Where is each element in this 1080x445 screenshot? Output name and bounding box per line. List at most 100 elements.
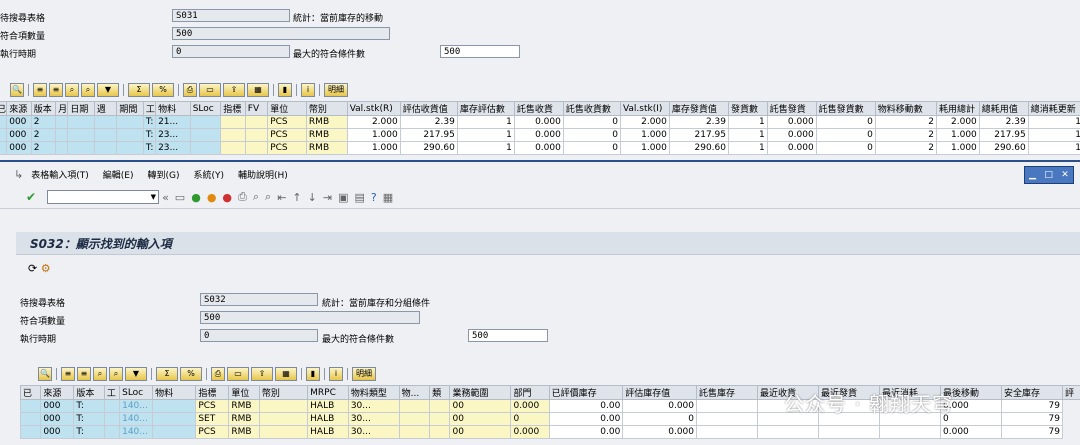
next-page-icon[interactable]: ↓ [308, 191, 317, 204]
menu-icon[interactable]: ↳ [14, 168, 23, 181]
graphic-icon[interactable]: ▮ [306, 367, 320, 381]
filter-icon[interactable]: ▼ [97, 83, 119, 97]
column-header[interactable]: 託售發貨數 [816, 102, 875, 116]
column-header[interactable]: 評 [1063, 386, 1080, 400]
table-row[interactable]: 0002T:23...PCSRMB1.000290.6010.00001.000… [0, 142, 1080, 155]
column-header[interactable]: 日期 [68, 102, 95, 116]
layout-menu-icon[interactable]: ▦ [383, 191, 393, 204]
shortcut-icon[interactable]: ▤ [354, 191, 364, 204]
sort-asc-icon[interactable]: ≡ [33, 83, 47, 97]
sum-icon[interactable]: Σ [128, 83, 150, 97]
find-next-icon[interactable]: ⌕ [109, 367, 123, 381]
command-dropdown-icon[interactable]: ▼ [151, 193, 156, 201]
sum-icon[interactable]: Σ [156, 367, 178, 381]
print-icon[interactable]: ⎙ [211, 367, 225, 381]
column-header[interactable]: 指標 [221, 102, 245, 116]
command-field[interactable]: ▼ [47, 190, 159, 204]
column-header[interactable]: 期間 [117, 102, 144, 116]
table-field[interactable]: S032 [200, 293, 318, 306]
settings-icon[interactable]: ⚙ [41, 262, 51, 275]
column-header[interactable]: 月 [56, 102, 68, 116]
column-header[interactable]: 物... [399, 386, 430, 400]
column-header[interactable]: 版本 [74, 386, 105, 400]
zoom-icon[interactable]: 🔍 [10, 83, 24, 97]
column-header[interactable]: 安全庫存 [1002, 386, 1063, 400]
find-icon[interactable]: ⌕ [253, 190, 259, 204]
print-icon[interactable]: ⎙ [238, 190, 247, 204]
column-header[interactable]: 已 [21, 386, 41, 400]
menu-table-entry[interactable]: 表格輸入項(T) [31, 168, 89, 181]
column-header[interactable]: 庫存發貨值 [669, 102, 728, 116]
column-header[interactable]: 耗用總計 [936, 102, 979, 116]
last-page-icon[interactable]: ⇥ [323, 191, 332, 204]
column-header[interactable]: 託售收貨 [514, 102, 563, 116]
sort-desc-icon[interactable]: ≡ [49, 83, 63, 97]
max-field[interactable]: 500 [468, 329, 548, 342]
column-header[interactable]: 物料 [156, 102, 191, 116]
column-header[interactable]: 單位 [229, 386, 260, 400]
column-header[interactable]: 發貨數 [729, 102, 768, 116]
help-icon[interactable]: ? [371, 191, 377, 204]
column-header[interactable]: 業務範圍 [450, 386, 511, 400]
menu-edit[interactable]: 編輯(E) [103, 168, 134, 181]
column-header[interactable]: Val.stk(R) [347, 102, 400, 116]
menu-help[interactable]: 輔助說明(H) [238, 168, 288, 181]
zoom-icon[interactable]: 🔍 [38, 367, 52, 381]
save-icon[interactable]: ▭ [175, 191, 185, 204]
table-row[interactable]: 0002T:23...PCSRMB1.000217.9510.00001.000… [0, 129, 1080, 142]
enter-icon[interactable]: ✔ [26, 190, 36, 204]
sort-desc-icon[interactable]: ≡ [77, 367, 91, 381]
info-icon[interactable]: i [301, 83, 315, 97]
refresh-icon[interactable]: ⟳ [28, 262, 37, 275]
print-icon[interactable]: ⎙ [183, 83, 197, 97]
column-header[interactable]: FV [245, 102, 267, 116]
column-header[interactable]: 已評價庫存 [549, 386, 623, 400]
column-header[interactable]: SLoc [190, 102, 221, 116]
column-header[interactable]: 版本 [31, 102, 55, 116]
menu-goto[interactable]: 轉到(G) [147, 168, 179, 181]
column-header[interactable]: MRPC [308, 386, 349, 400]
layout-icon[interactable]: ▦ [275, 367, 297, 381]
column-header[interactable]: 幣別 [306, 102, 347, 116]
column-header[interactable]: 託售庫存 [697, 386, 758, 400]
find-next-icon[interactable]: ⌕ [265, 190, 271, 204]
column-header[interactable]: 類 [430, 386, 450, 400]
column-header[interactable]: 已 [0, 102, 7, 116]
runtime-field[interactable]: 0 [200, 329, 318, 342]
find-icon[interactable]: ⌕ [65, 83, 79, 97]
detail-button[interactable]: 明細 [352, 367, 376, 381]
minimize-icon[interactable]: ▁ [1029, 170, 1036, 180]
find-icon[interactable]: ⌕ [93, 367, 107, 381]
cancel-icon[interactable]: ● [222, 191, 232, 204]
column-header[interactable]: 庫存評估數 [457, 102, 514, 116]
back-nav-icon[interactable]: « [162, 191, 169, 204]
export-icon[interactable]: ⇪ [251, 367, 273, 381]
column-header[interactable]: Val.stk(I) [620, 102, 669, 116]
detail-button[interactable]: 明細 [324, 83, 348, 97]
subtotal-icon[interactable]: % [152, 83, 174, 97]
column-header[interactable]: 指標 [196, 386, 229, 400]
prev-page-icon[interactable]: ↑ [292, 191, 301, 204]
sort-asc-icon[interactable]: ≡ [61, 367, 75, 381]
column-header[interactable]: 總耗用值 [979, 102, 1028, 116]
column-header[interactable]: 物料類型 [348, 386, 399, 400]
column-header[interactable]: 來源 [41, 386, 74, 400]
subtotal-icon[interactable]: % [180, 367, 202, 381]
column-header[interactable]: SLoc [120, 386, 153, 400]
export-icon[interactable]: ⇪ [223, 83, 245, 97]
column-header[interactable]: 來源 [7, 102, 31, 116]
info-icon[interactable]: i [329, 367, 343, 381]
column-header[interactable]: 部門 [511, 386, 549, 400]
column-header[interactable]: 單位 [268, 102, 307, 116]
count-field[interactable]: 500 [200, 311, 420, 324]
table-row[interactable]: 0002T:21...PCSRMB2.0002.3910.00002.0002.… [0, 116, 1080, 129]
layout-icon[interactable]: ▦ [247, 83, 269, 97]
table-field[interactable]: S031 [172, 9, 290, 22]
exit-icon[interactable]: ● [207, 191, 217, 204]
table-row[interactable]: 000T:140...PCSRMBHALB30...000.0000.000.0… [21, 426, 1080, 439]
view-icon[interactable]: ▭ [199, 83, 221, 97]
find-next-icon[interactable]: ⌕ [81, 83, 95, 97]
column-header[interactable]: 評估庫存值 [623, 386, 697, 400]
back-icon[interactable]: ● [191, 191, 201, 204]
menu-system[interactable]: 系統(Y) [193, 168, 224, 181]
